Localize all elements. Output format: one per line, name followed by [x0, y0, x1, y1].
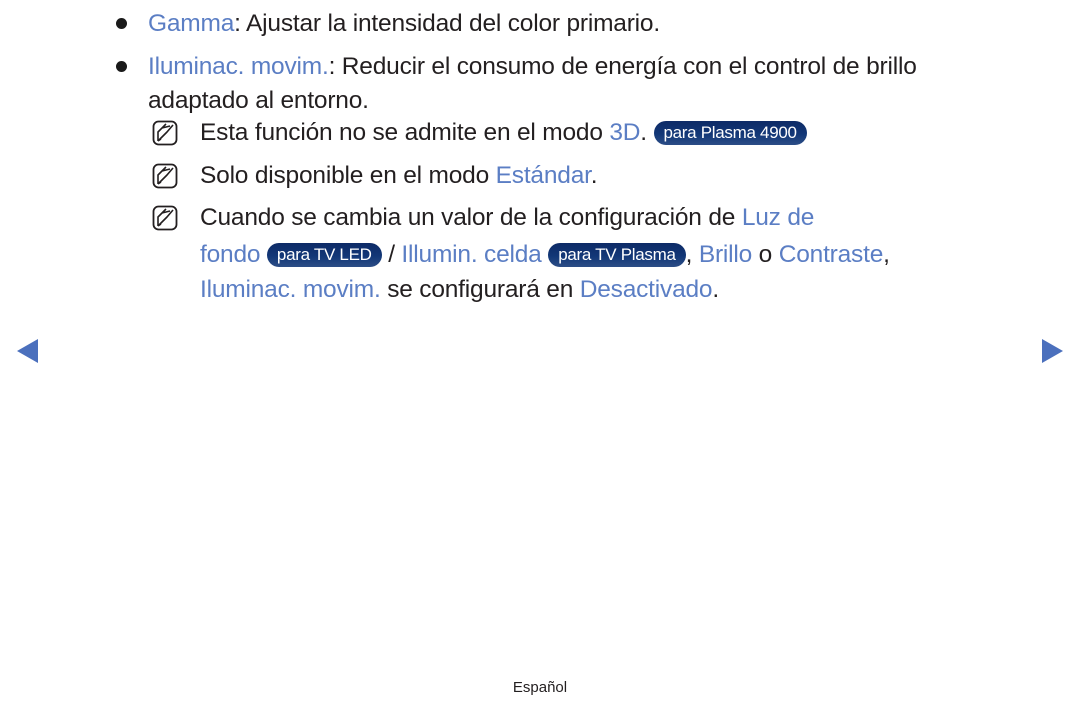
separator: o	[752, 241, 779, 268]
footer-language: Español	[512, 679, 568, 696]
badge-plasma-4900: para Plasma 4900	[653, 121, 807, 145]
note-text: Solo disponible en el modo	[200, 162, 496, 189]
separator: ,	[883, 241, 890, 268]
badge-tv-led: para TV LED	[266, 243, 382, 267]
note-3d: Esta función no se admite en el modo 3D.…	[200, 118, 807, 148]
term-estandar: Estándar	[495, 162, 591, 189]
note-icon	[152, 120, 178, 146]
term-luz-de: Luz de	[741, 204, 815, 231]
bullet-dot	[116, 61, 127, 72]
bullet-iluminac: Iluminac. movim.: Reducir el consumo de …	[148, 52, 917, 82]
term-gamma: Gamma	[148, 10, 235, 37]
note-text: .	[590, 162, 598, 189]
note-text: .	[640, 119, 654, 146]
term-contraste: Contraste	[778, 241, 884, 268]
term-fondo: fondo	[200, 241, 261, 268]
note-text: se configurará en	[380, 276, 580, 303]
bullet-gamma: Gamma: Ajustar la intensidad del color p…	[148, 9, 660, 39]
next-page-arrow-icon[interactable]	[1042, 339, 1063, 363]
note-config-line2: fondo para TV LED / Illumin. celda para …	[200, 240, 890, 270]
note-text: Cuando se cambia un valor de la configur…	[200, 204, 742, 231]
note-text: Esta función no se admite en el modo	[200, 119, 610, 146]
badge-tv-plasma: para TV Plasma	[548, 243, 686, 267]
note-config-line3: Iluminac. movim. se configurará en Desac…	[200, 275, 719, 305]
bullet-text: : Reducir el consumo de energía con el c…	[328, 53, 917, 80]
term-iluminac-movim: Iluminac. movim.	[200, 276, 381, 303]
bullet-dot	[116, 18, 127, 29]
term-desactivado: Desactivado	[579, 276, 713, 303]
separator: .	[712, 276, 719, 303]
term-3d: 3D	[609, 119, 641, 146]
term-iluminac-movim: Iluminac. movim.	[148, 53, 329, 80]
term-brillo: Brillo	[698, 241, 753, 268]
separator: /	[381, 241, 402, 268]
separator: ,	[685, 241, 699, 268]
note-icon	[152, 205, 178, 231]
note-estandar: Solo disponible en el modo Estándar.	[200, 161, 598, 191]
term-illumin-celda: Illumin. celda	[401, 241, 542, 268]
previous-page-arrow-icon[interactable]	[17, 339, 38, 363]
note-config-line1: Cuando se cambia un valor de la configur…	[200, 203, 814, 233]
note-icon	[152, 163, 178, 189]
bullet-continuation: adaptado al entorno.	[148, 87, 369, 114]
bullet-text: : Ajustar la intensidad del color primar…	[234, 10, 660, 37]
